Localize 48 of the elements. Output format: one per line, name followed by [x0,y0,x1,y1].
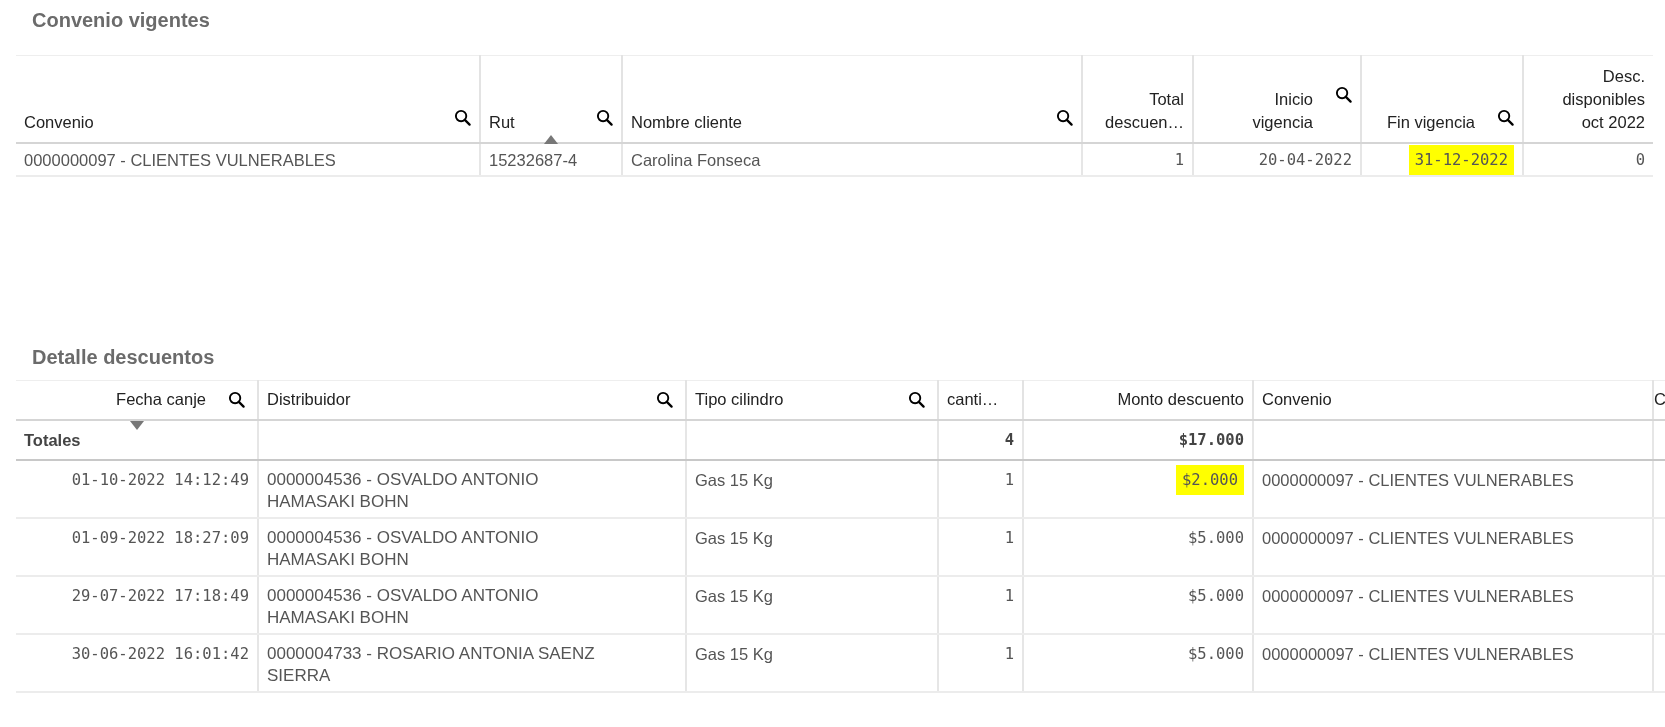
totals-label: Totales [24,431,81,449]
table-cell: $5.000 [1188,529,1244,547]
table-cell: 0000000097 - CLIENTES VULNERABLES [1262,587,1574,605]
search-icon[interactable] [1497,108,1514,126]
search-icon[interactable] [656,391,673,409]
table-cell-text: 0000004536 - OSVALDO ANTONIO HAMASAKI BOHN [267,527,540,571]
section-title: Detalle descuentos [31,344,216,370]
table-cell: 29-07-2022 17:18:49 [71,587,249,605]
table-cell: 1 [1004,471,1014,489]
column-header[interactable]: Rut [489,110,574,134]
total-value: $17.000 [1178,431,1244,449]
table-cell-text: 0000004733 - ROSARIO ANTONIA SAENZ SIERRA [267,643,596,687]
search-icon[interactable] [1056,108,1073,126]
table-cell: Carolina Fonseca [631,151,761,169]
search-icon[interactable] [228,391,245,409]
table-cell: 1 [1004,587,1014,605]
column-header[interactable]: Convenio [24,110,432,134]
table-cell: 0000000097 - CLIENTES VULNERABLES [1262,529,1574,547]
table-cell: 0000000097 - CLIENTES VULNERABLES [1262,645,1574,663]
table-cell: $5.000 [1188,645,1244,663]
search-icon[interactable] [908,391,925,409]
table-cell: Gas 15 Kg [695,471,773,489]
table-cell: 1 [1174,151,1184,169]
section-title: Convenio vigentes [31,8,211,33]
table-cell: 01-10-2022 14:12:49 [71,471,249,489]
table-cell: 30-06-2022 16:01:42 [71,645,249,663]
table-cell: $2.000 [1176,465,1244,495]
table-cell: $5.000 [1188,587,1244,605]
column-header[interactable]: Fecha canje [116,388,206,412]
table-cell: 1 [1004,645,1014,663]
table-cell: Gas 15 Kg [695,529,773,547]
table-cell: 1 [1004,529,1014,547]
table-cell: 31-12-2022 [1408,145,1514,174]
table-cell: 0000000097 - CLIENTES VULNERABLES [1262,471,1574,489]
search-icon[interactable] [596,108,613,126]
search-icon[interactable] [1335,85,1352,103]
table-cell-text: 0000004536 - OSVALDO ANTONIO HAMASAKI BOHN [267,469,540,513]
table-cell: 0 [1635,151,1645,169]
table-cell: 01-09-2022 18:27:09 [71,529,249,547]
table-cell-text: 0000004536 - OSVALDO ANTONIO HAMASAKI BOHN [267,585,540,629]
search-icon[interactable] [454,108,471,126]
total-value: 4 [1004,431,1014,449]
table-cell: Gas 15 Kg [695,587,773,605]
table-cell: 20-04-2022 [1258,151,1352,169]
table-cell: 0000000097 - CLIENTES VULNERABLES [24,151,336,169]
column-header[interactable]: Fin vigencia [1386,110,1475,134]
table-cell: Gas 15 Kg [695,645,773,663]
table-cell: 15232687-4 [489,151,578,169]
